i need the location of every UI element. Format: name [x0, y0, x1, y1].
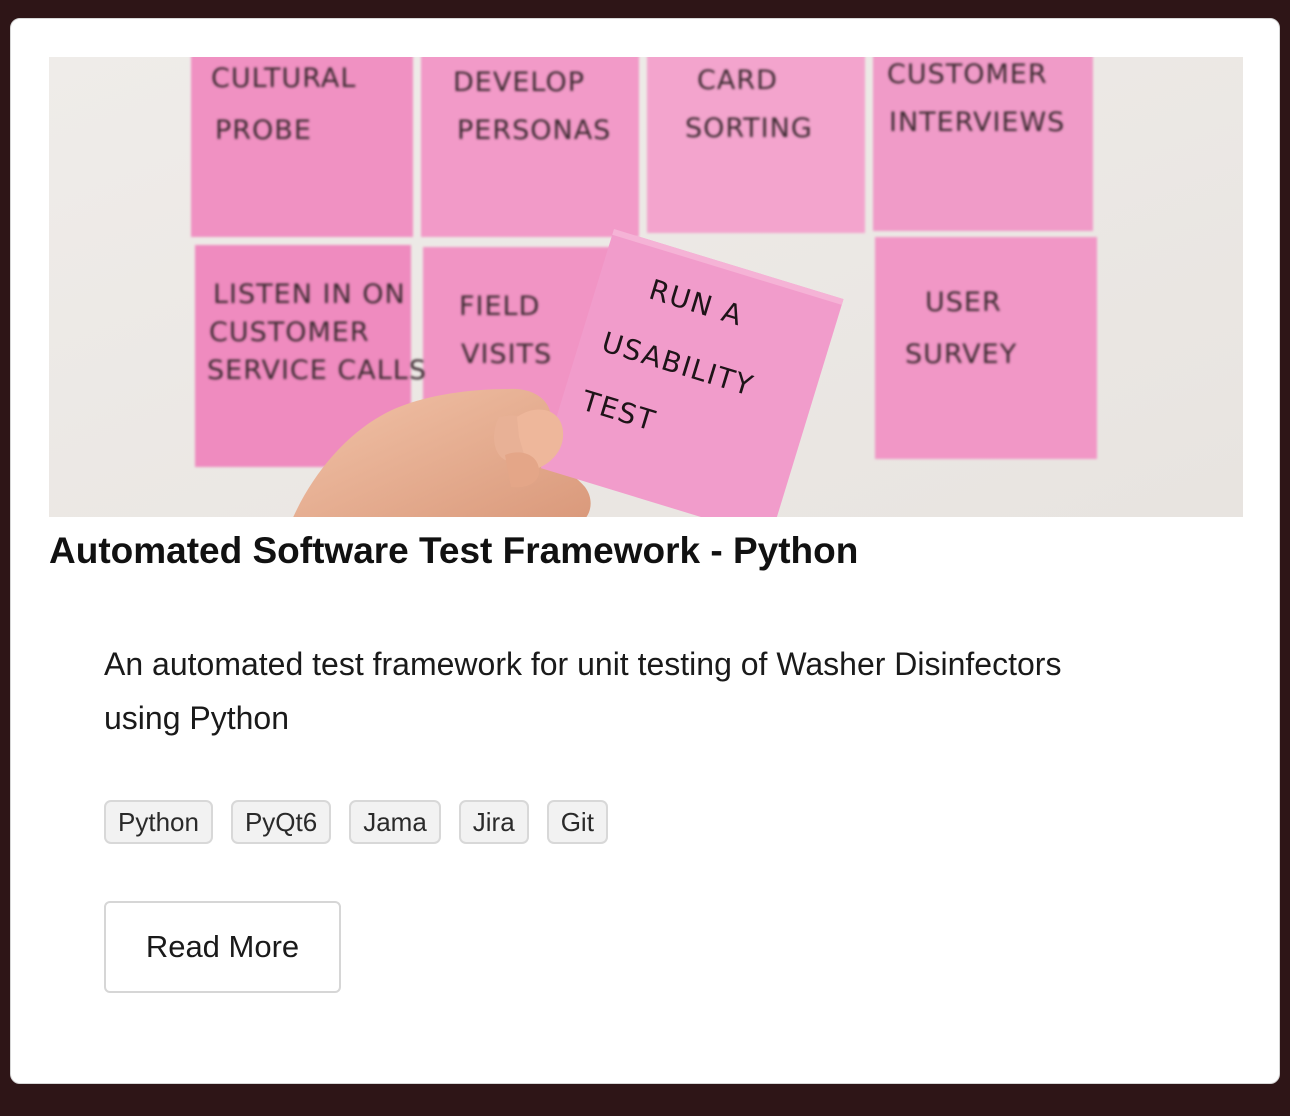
- read-more-button[interactable]: Read More: [104, 901, 341, 993]
- tag-git: Git: [546, 800, 608, 844]
- project-title: Automated Software Test Framework - Pyth…: [49, 530, 859, 571]
- note-label: DEVELOP: [453, 67, 585, 98]
- project-card: CULTURAL PROBE DEVELOP PERSONAS CARD SOR…: [10, 18, 1280, 1084]
- project-description: An automated test framework for unit tes…: [104, 646, 1062, 736]
- tag-pyqt6: PyQt6: [230, 800, 332, 844]
- note-label: LISTEN IN ON: [213, 279, 406, 310]
- note-label: CUSTOMER: [209, 317, 370, 348]
- tag-jira: Jira: [458, 800, 529, 844]
- note-label: SORTING: [685, 113, 813, 144]
- note-label: SERVICE CALLS: [207, 355, 427, 386]
- note-label: PERSONAS: [457, 115, 611, 146]
- project-image: CULTURAL PROBE DEVELOP PERSONAS CARD SOR…: [49, 57, 1243, 517]
- note-label: CUSTOMER: [887, 59, 1048, 90]
- note-label: SURVEY: [905, 339, 1017, 370]
- tag-python: Python: [104, 800, 213, 844]
- note-label: CULTURAL: [211, 63, 356, 94]
- tag-list: Python PyQt6 Jama Jira Git: [104, 800, 608, 844]
- note-label: PROBE: [215, 115, 312, 146]
- tag-jama: Jama: [349, 800, 441, 844]
- note-label: FIELD: [459, 291, 540, 322]
- note-label: CARD: [697, 65, 778, 96]
- note-label: INTERVIEWS: [889, 107, 1065, 138]
- note-label: USER: [925, 287, 1002, 318]
- note-label: VISITS: [461, 339, 552, 370]
